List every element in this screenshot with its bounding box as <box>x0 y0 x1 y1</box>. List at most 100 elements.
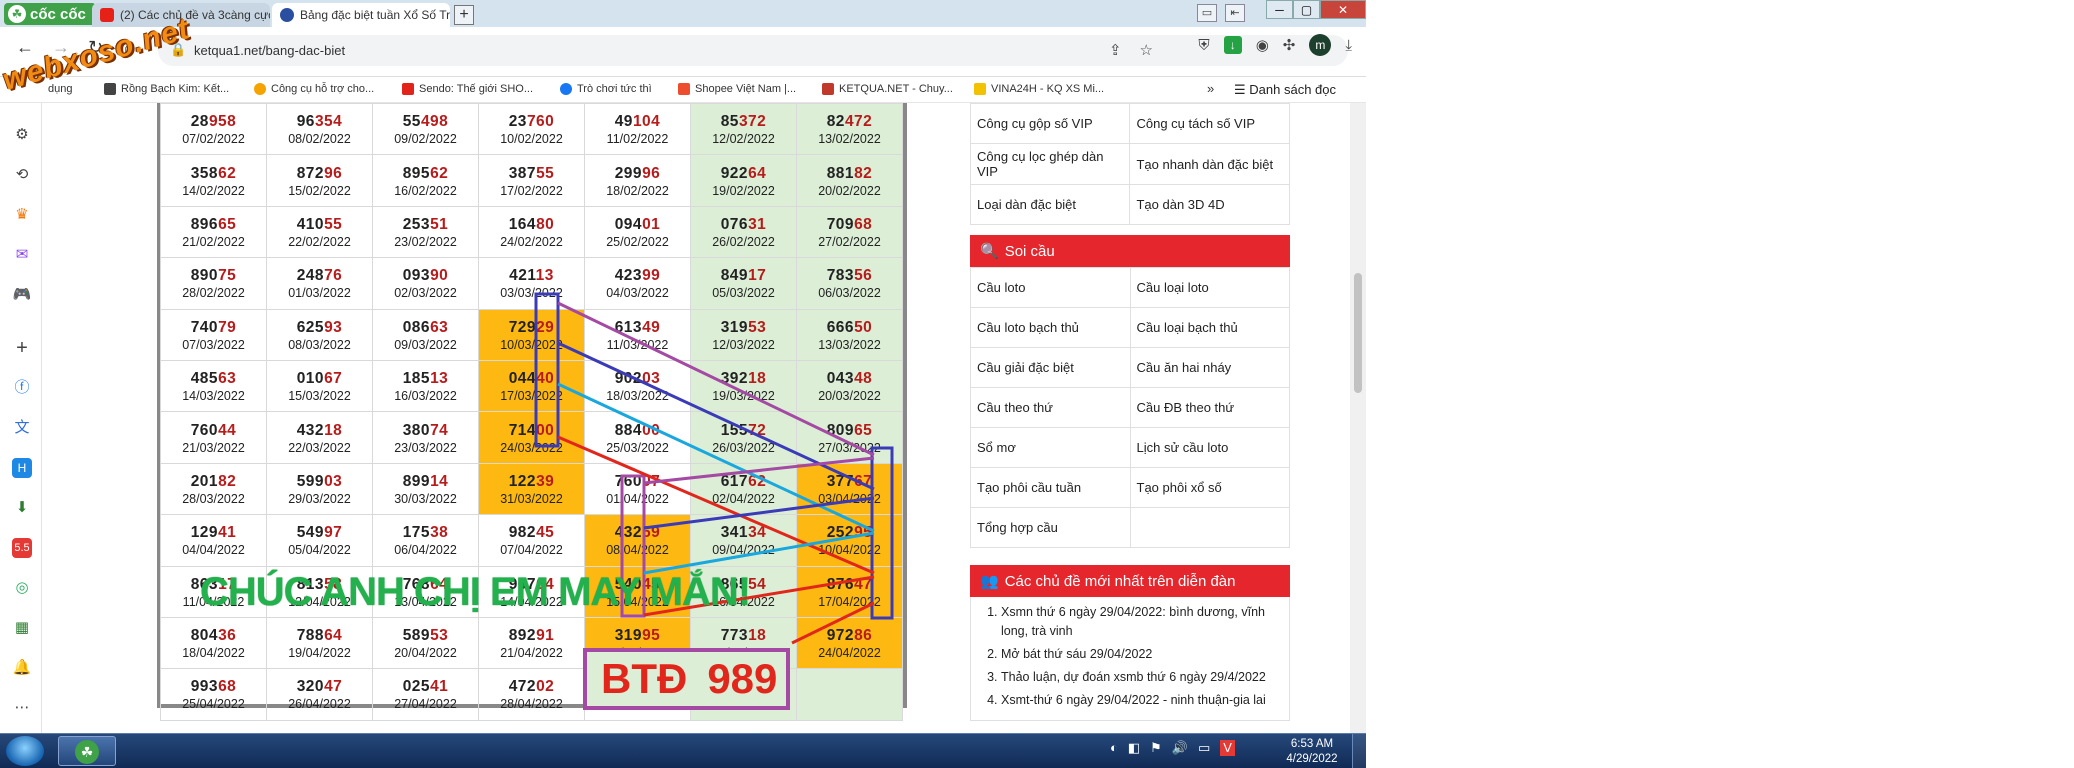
download-extension-icon[interactable]: ↓ <box>1223 36 1242 54</box>
soicau-link[interactable]: Sổ mơ <box>970 427 1131 468</box>
reload-icon[interactable]: ↻ <box>88 37 103 58</box>
tool-link[interactable]: Công cụ gộp số VIP <box>969 103 1131 144</box>
bookmark-item[interactable]: KETQUA.NET - Chuy... <box>822 83 953 95</box>
bookmark-item[interactable]: Sendo: Thế giới SHO... <box>402 83 533 95</box>
soicau-link[interactable]: Cầu theo thứ <box>970 387 1131 428</box>
show-desktop-button[interactable] <box>1352 734 1366 768</box>
tray-app-icon[interactable]: ◧ <box>1128 740 1140 756</box>
network-globe-icon[interactable]: ◐ <box>1110 740 1118 756</box>
crown-icon[interactable]: ♛ <box>12 205 32 225</box>
soicau-link[interactable]: Cầu ăn hai nháy <box>1129 347 1290 388</box>
forward-arrow-icon[interactable]: → <box>52 37 70 58</box>
forum-topic-link[interactable]: Mở bát thứ sáu 29/04/2022 <box>1001 645 1281 664</box>
tool-link[interactable]: Tạo nhanh dàn đặc biệt <box>1129 143 1290 185</box>
page-scrollbar[interactable] <box>1350 103 1366 733</box>
prize-number-tail: 96 <box>324 164 343 182</box>
prize-number-head: 175 <box>402 524 431 542</box>
maximize-button[interactable]: ▢ <box>1293 0 1320 19</box>
soicau-link[interactable]: Tạo phôi cầu tuần <box>970 467 1131 508</box>
location-icon[interactable]: ◎ <box>12 578 32 598</box>
bookmark-item[interactable]: Shopee Việt Nam |... <box>678 83 796 95</box>
puzzle-extensions-icon[interactable]: ✣ <box>1283 36 1296 54</box>
sale-icon[interactable]: 5.5 <box>12 538 32 558</box>
address-bar[interactable]: 🔒 ketqua1.net/bang-dac-biet ⇪ ☆ <box>158 35 1348 66</box>
soicau-link[interactable]: Cầu loại bạch thủ <box>1129 307 1290 348</box>
reading-list-button[interactable]: ☰ Danh sách đọc <box>1234 82 1336 98</box>
tool-link[interactable]: Loại dàn đặc biệt <box>969 184 1131 225</box>
taskbar-clock[interactable]: 6:53 AM 4/29/2022 <box>1282 737 1342 767</box>
tab-forum[interactable]: (2) Các chủ đề và 3càng cực ✕ <box>92 3 270 27</box>
close-window-button[interactable]: ✕ <box>1320 0 1366 19</box>
v-app-icon[interactable]: V <box>1220 740 1235 756</box>
prize-number: 77318 <box>691 626 796 645</box>
forum-topic-link[interactable]: Thảo luận, dự đoán xsmb thứ 6 ngày 29/4/… <box>1001 668 1281 687</box>
soicau-link[interactable]: Lịch sử cầu loto <box>1129 427 1290 468</box>
taskbar-coccoc[interactable]: ☘ <box>58 736 116 766</box>
bookmark-item[interactable]: dụng <box>48 83 72 95</box>
prize-number-tail: 96 <box>642 164 661 182</box>
download-arrow-icon[interactable]: ⬇ <box>12 498 32 518</box>
downloads-icon[interactable]: ⤓ <box>1345 37 1352 54</box>
draw-date: 22/02/2022 <box>288 234 351 249</box>
draw-date: 11/02/2022 <box>606 132 669 147</box>
bookmarks-overflow-button[interactable]: » <box>1207 81 1214 96</box>
soicau-link[interactable]: Tổng hợp cầu <box>970 507 1131 548</box>
screenshot-icon[interactable]: ▭ <box>1197 4 1217 22</box>
back-arrow-icon[interactable]: ← <box>16 37 34 58</box>
prize-number: 97286 <box>797 626 902 645</box>
bookmark-item[interactable]: Rồng Bạch Kim: Kết... <box>104 83 229 95</box>
monitor-icon[interactable]: ▭ <box>1198 740 1210 756</box>
minimize-button[interactable]: ─ <box>1266 0 1293 19</box>
tool-link[interactable]: Tạo dàn 3D 4D <box>1129 184 1290 225</box>
translate-icon[interactable]: 文 <box>12 418 32 438</box>
volume-icon[interactable]: 🔊 <box>1172 740 1188 756</box>
sidebar-toggle-icon[interactable]: ⇤ <box>1225 4 1245 22</box>
bookmark-item[interactable]: VINA24H - KQ XS Mi... <box>974 83 1104 95</box>
bell-icon[interactable]: 🔔 <box>12 658 32 678</box>
result-cell: 96354 08/02/2022 <box>266 103 373 156</box>
prize-number-head: 044 <box>508 370 537 388</box>
soicau-link[interactable]: Tạo phôi xổ số <box>1129 467 1290 508</box>
result-cell: 09401 25/02/2022 <box>584 205 691 259</box>
soicau-link[interactable]: Cầu ĐB theo thứ <box>1129 387 1290 428</box>
prize-number-tail: 372 <box>738 113 767 131</box>
color-extension-icon[interactable]: ◉ <box>1256 36 1269 54</box>
facebook-icon[interactable]: ⓕ <box>12 378 32 398</box>
soicau-link[interactable]: Cầu loại loto <box>1129 267 1290 308</box>
more-dots-icon[interactable]: ⋯ <box>12 698 32 718</box>
adblock-icon[interactable]: ⛨ <box>1198 37 1209 54</box>
tool-link[interactable]: Công cụ tách số VIP <box>1129 103 1290 144</box>
prize-number-head: 432 <box>614 524 643 542</box>
messenger-icon[interactable]: ✉ <box>12 245 32 265</box>
soicau-link[interactable]: Cầu loto <box>970 267 1131 308</box>
draw-date: 10/03/2022 <box>500 337 563 352</box>
tab-bang-dac-biet[interactable]: Bảng đặc biệt tuần Xổ Số Tru ✕ <box>272 3 450 27</box>
forum-topic-link[interactable]: Xsmt-thứ 6 ngày 29/04/2022 - ninh thuận-… <box>1001 691 1281 710</box>
new-tab-button[interactable]: + <box>454 5 474 25</box>
bookmark-item[interactable]: Công cụ hỗ trợ cho... <box>254 83 374 95</box>
home-icon[interactable]: ⌂ <box>124 37 135 58</box>
soicau-link[interactable]: Cầu giải đặc biệt <box>970 347 1131 388</box>
bookmark-item[interactable]: Trò chơi tức thì <box>560 83 652 95</box>
draw-date: 04/03/2022 <box>606 286 669 301</box>
soicau-link[interactable]: Cầu loto bạch thủ <box>970 307 1131 348</box>
scrollbar-thumb[interactable] <box>1354 273 1362 393</box>
history-icon[interactable]: ⟲ <box>12 165 32 185</box>
h-app-icon[interactable]: H <box>12 458 32 478</box>
prize-number-head: 094 <box>614 215 643 233</box>
game-controller-icon[interactable]: 🎮 <box>12 285 32 305</box>
tool-link[interactable]: Công cụ lọc ghép dàn VIP <box>969 143 1131 185</box>
url-text[interactable]: ketqua1.net/bang-dac-biet <box>194 43 345 58</box>
share-icon[interactable]: ⇪ <box>1109 41 1122 59</box>
forum-topic-link[interactable]: Xsmn thứ 6 ngày 29/04/2022: bình dương, … <box>1001 603 1281 641</box>
bookmark-star-icon[interactable]: ☆ <box>1140 41 1153 59</box>
start-button[interactable] <box>6 736 44 766</box>
flag-icon[interactable]: ⚑ <box>1150 740 1162 756</box>
result-cell: 59903 29/03/2022 <box>266 462 373 516</box>
sheet-icon[interactable]: ▦ <box>12 618 32 638</box>
settings-gear-icon[interactable]: ⚙ <box>12 125 32 145</box>
add-sidebar-icon[interactable]: + <box>12 338 32 358</box>
coccoc-menu-button[interactable]: ☘ cốc cốc <box>4 3 96 25</box>
extensions-area: ⛨ ↓ ◉ ✣ m ⤓ <box>1198 34 1352 56</box>
profile-avatar[interactable]: m <box>1309 34 1332 56</box>
